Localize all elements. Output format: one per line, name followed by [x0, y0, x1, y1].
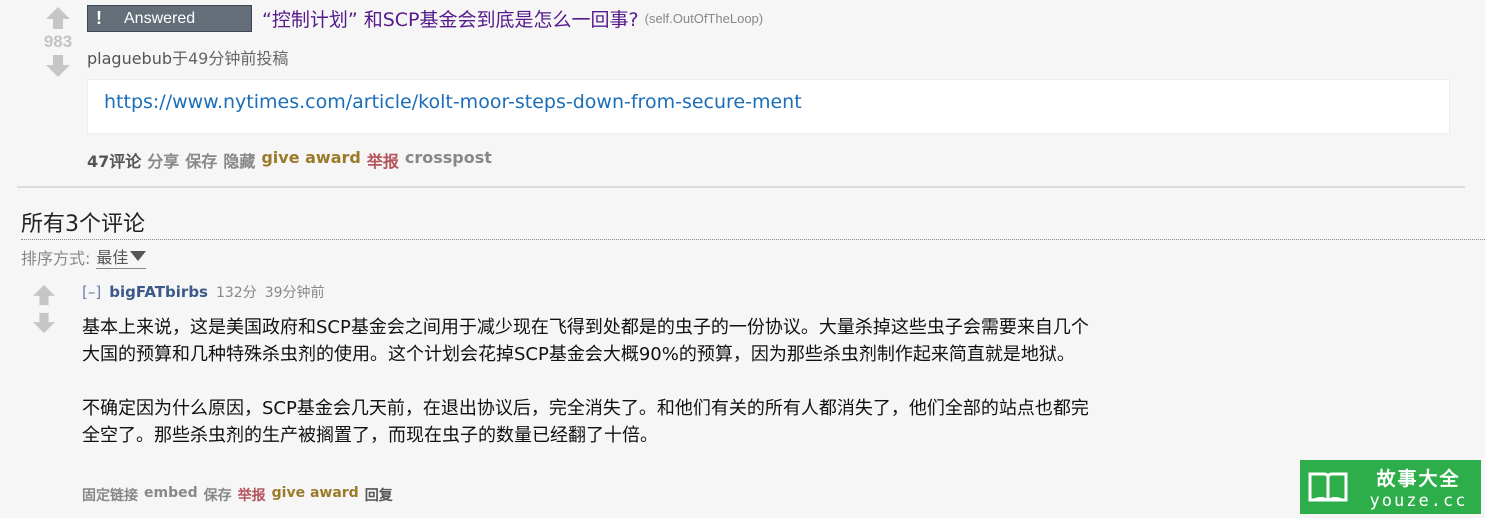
- comment-points: 132分: [215, 285, 257, 301]
- post-action-buttons: 47评论 分享 保存 隐藏 give award 举报 crosspost: [87, 148, 492, 172]
- section-divider: [17, 186, 1465, 188]
- post-submitted-time: 于49分钟前投稿: [172, 49, 289, 68]
- watermark-logo: 故事大全 youze.cc: [1300, 460, 1481, 514]
- flair-label: Answered: [124, 9, 196, 27]
- comment-upvote-arrow-icon[interactable]: [32, 284, 56, 306]
- post-author-link[interactable]: plaguebub: [87, 49, 172, 68]
- watermark-cn: 故事大全: [1376, 467, 1461, 490]
- comment-body: 基本上来说，这是美国政府和SCP基金会之间用于减少现在飞得到处都是的虫子的一份协…: [82, 314, 1092, 449]
- book-icon: [1300, 460, 1356, 514]
- comment-header: [–] bigFATbirbs 132分 39分钟前: [82, 282, 325, 302]
- report-button[interactable]: 举报: [367, 148, 399, 172]
- exclamation-icon: !: [96, 8, 102, 28]
- sort-value: 最佳: [96, 248, 129, 267]
- caret-down-icon: [130, 251, 147, 261]
- watermark-en: youze.cc: [1369, 490, 1468, 511]
- comments-button[interactable]: 47评论: [87, 148, 141, 172]
- comment-report-button[interactable]: 举报: [238, 485, 266, 505]
- comment-downvote-arrow-icon[interactable]: [32, 312, 56, 334]
- comment-action-buttons: 固定链接 embed 保存 举报 give award 回复: [82, 485, 393, 505]
- hide-button[interactable]: 隐藏: [223, 148, 255, 172]
- comment-give-award-button[interactable]: give award: [272, 485, 359, 505]
- post-score: 983: [43, 32, 73, 51]
- post-tagline: plaguebub于49分钟前投稿: [87, 45, 288, 69]
- answered-flair: ! Answered: [87, 5, 252, 32]
- crosspost-button[interactable]: crosspost: [405, 148, 492, 172]
- post-title-row: ! Answered “控制计划” 和SCP基金会到底是怎么一回事? (self…: [87, 5, 763, 32]
- comment-paragraph: 基本上来说，这是美国政府和SCP基金会之间用于减少现在飞得到处都是的虫子的一份协…: [82, 317, 1089, 365]
- upvote-arrow-icon[interactable]: [45, 6, 71, 30]
- comment-paragraph: 不确定因为什么原因，SCP基金会几天前，在退出协议后，完全消失了。和他们有关的所…: [82, 398, 1089, 446]
- comment-vote-column: [30, 284, 58, 334]
- sort-label: 排序方式:: [21, 248, 91, 268]
- embed-button[interactable]: embed: [144, 485, 198, 505]
- sort-row: 排序方式: 最佳: [21, 244, 147, 269]
- dotted-divider: [21, 239, 1485, 240]
- sort-dropdown[interactable]: 最佳: [96, 244, 147, 269]
- watermark-text: 故事大全 youze.cc: [1356, 464, 1481, 511]
- downvote-arrow-icon[interactable]: [45, 54, 71, 78]
- share-button[interactable]: 分享: [147, 148, 179, 172]
- post-link-box: https://www.nytimes.com/article/kolt-moo…: [87, 79, 1450, 134]
- comments-title: 所有3个评论: [21, 212, 145, 237]
- collapse-toggle[interactable]: [–]: [82, 283, 101, 301]
- reply-button[interactable]: 回复: [365, 485, 393, 505]
- give-award-button[interactable]: give award: [261, 148, 361, 172]
- comment-time: 39分钟前: [264, 285, 325, 301]
- comment-save-button[interactable]: 保存: [204, 485, 232, 505]
- comment-author-link[interactable]: bigFATbirbs: [109, 283, 208, 301]
- post-title-link[interactable]: “控制计划” 和SCP基金会到底是怎么一回事?: [262, 5, 639, 32]
- post-vote-column: 983: [40, 6, 76, 78]
- post-external-link[interactable]: https://www.nytimes.com/article/kolt-moo…: [104, 91, 802, 113]
- permalink-button[interactable]: 固定链接: [82, 485, 138, 505]
- post-domain[interactable]: (self.OutOfTheLoop): [645, 11, 764, 26]
- save-button[interactable]: 保存: [185, 148, 217, 172]
